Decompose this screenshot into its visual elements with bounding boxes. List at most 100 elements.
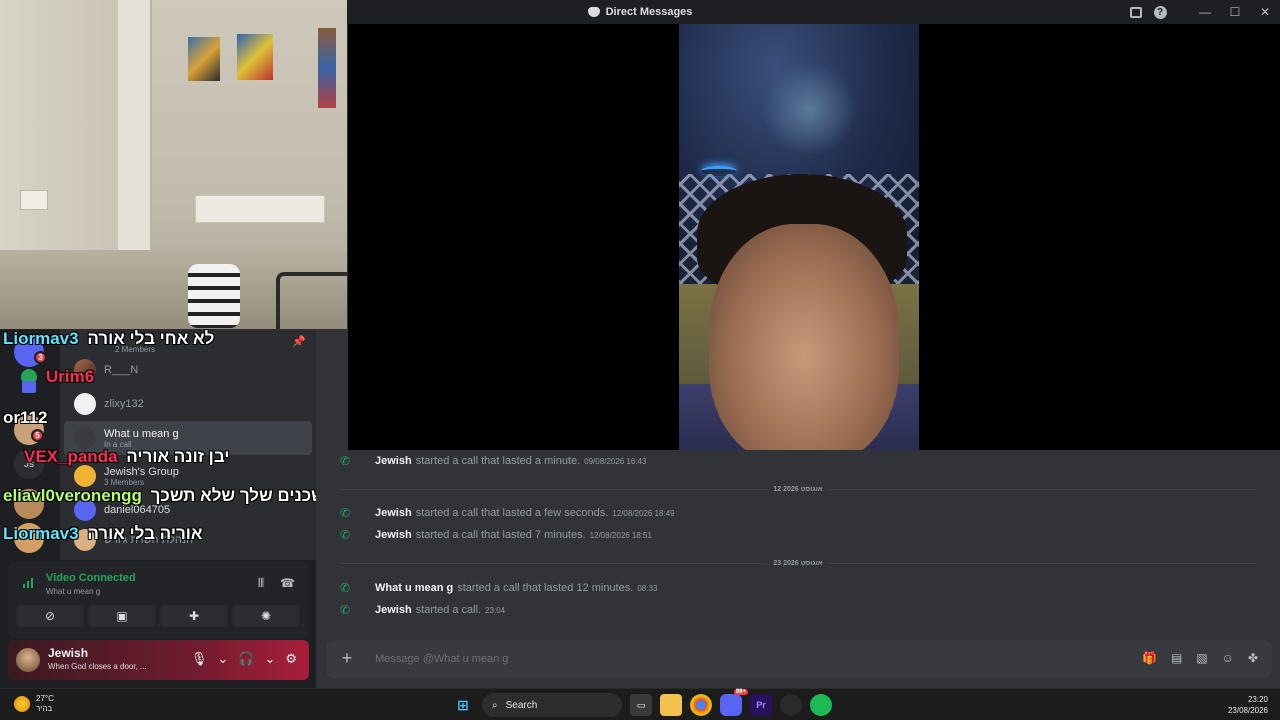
attach-plus-icon[interactable]: + [338, 649, 356, 667]
maximize-button[interactable]: ☐ [1220, 0, 1250, 24]
minimize-button[interactable]: — [1190, 0, 1220, 24]
user-name[interactable]: Jewish [48, 646, 88, 660]
overlay-chat-line: eliavl0veronengg אחי השכנים שלך שלא תשכך [3, 486, 370, 506]
phone-icon: ✆ [340, 528, 351, 542]
apps-icon[interactable]: ✤ [1248, 651, 1258, 665]
window-title: Direct Messages [587, 6, 693, 18]
phone-icon: ✆ [340, 603, 351, 617]
clock-date: 23/08/2026 [1227, 706, 1268, 715]
date-label: 12 אוגוסט 2026 [773, 485, 823, 493]
weather-temp: 27°C [36, 694, 54, 703]
message-text: started a call that lasted a minute. [415, 455, 581, 467]
headphones-icon[interactable]: 🎧 [238, 651, 254, 667]
camera-off-button[interactable]: ⊘ [17, 605, 83, 627]
overlay-user: eliavl0veronengg [3, 486, 142, 505]
voice-channel[interactable]: What u mean g [46, 587, 100, 596]
inbox-button[interactable] [1124, 0, 1148, 24]
message-author[interactable]: Jewish [375, 604, 412, 616]
overlay-user: or112 [3, 408, 48, 427]
phone-icon: ✆ [340, 506, 351, 520]
dm-item[interactable]: zlixy132 [64, 387, 312, 421]
premiere-icon[interactable]: Pr [750, 694, 772, 716]
screen-share-button[interactable]: ▣ [89, 605, 155, 627]
video-stage[interactable] [348, 24, 1280, 450]
dm-name: zlixy132 [104, 398, 144, 410]
dm-name: R___N [104, 364, 139, 376]
overlay-chat-line: Liormav3 אוריה בלי אורה [3, 524, 202, 544]
user-panel: Jewish When God closes a door, ... 🎙 ⌄ 🎧… [8, 640, 309, 680]
phone-icon: ✆ [340, 581, 351, 595]
participant-video[interactable] [679, 24, 919, 450]
inbox-icon [1130, 6, 1142, 18]
message-timestamp: 12/08/2026 18:51 [589, 530, 652, 540]
message-text: started a call. [415, 604, 482, 616]
help-button[interactable]: ? [1148, 0, 1172, 24]
message-composer[interactable]: + Message @What u mean g 🎁 ▤ ▧ ☺ ✤ [326, 640, 1272, 678]
message-author[interactable]: What u mean g [375, 582, 453, 594]
overlay-chat-line: or112 [3, 408, 47, 428]
activities-icon: ✚ [188, 609, 200, 623]
message-timestamp: 09/08/2026 16:43 [584, 456, 647, 466]
soundboard-button[interactable]: ✺ [233, 605, 299, 627]
pin-icon[interactable]: 📌 [292, 335, 306, 348]
weather-desc: בהיר [36, 704, 53, 713]
task-view-icon[interactable]: ▭ [630, 694, 652, 716]
overlay-text: לא אחי בלי אורה [87, 329, 215, 348]
avatar[interactable] [16, 648, 40, 672]
search-box[interactable]: ⌕ Search [482, 693, 622, 717]
window-title-text: Direct Messages [605, 6, 693, 18]
sticker-icon[interactable]: ▧ [1196, 651, 1207, 665]
message-text: started a call that lasted a few seconds… [415, 507, 609, 519]
gif-icon[interactable]: ▤ [1171, 651, 1182, 665]
poster [188, 37, 220, 81]
screen-share-icon: ▣ [116, 609, 128, 623]
folder-icon[interactable] [22, 381, 36, 393]
file-explorer-icon[interactable] [660, 694, 682, 716]
spotify-icon[interactable] [810, 694, 832, 716]
app-icon[interactable] [780, 694, 802, 716]
call-message: ✆ Jewish started a call that lasted a fe… [340, 506, 675, 520]
overlay-user: Liormav3 [3, 524, 79, 543]
overlay-user: VEX_panda [24, 447, 118, 466]
discord-taskbar-icon[interactable]: 99+ [720, 689, 748, 716]
call-message: ✆ What u mean g started a call that last… [340, 581, 657, 595]
close-button[interactable]: ✕ [1250, 0, 1280, 24]
activities-button[interactable]: ✚ [161, 605, 227, 627]
system-clock[interactable]: 23:20 23/08/2026 [1228, 694, 1268, 716]
dm-item[interactable]: R___N [64, 353, 312, 387]
avatar [74, 427, 96, 449]
camera-off-icon: ⊘ [44, 609, 56, 623]
message-input[interactable]: Message @What u mean g [375, 653, 508, 665]
chrome-icon[interactable] [690, 694, 712, 716]
message-author[interactable]: Jewish [375, 455, 412, 467]
help-icon: ? [1153, 5, 1167, 19]
noise-suppression-icon[interactable]: 𝄃𝄃 [259, 576, 264, 591]
message-author[interactable]: Jewish [375, 529, 412, 541]
signal-icon[interactable] [22, 576, 36, 588]
message-author[interactable]: Jewish [375, 507, 412, 519]
phone-icon: ✆ [340, 454, 351, 468]
gear-icon[interactable]: ⚙ [285, 651, 297, 667]
disconnect-icon[interactable]: ☎ [280, 576, 295, 591]
poster [237, 34, 273, 80]
dm-name: Jewish's Group [104, 465, 179, 478]
chevron-down-icon[interactable]: ⌄ [217, 651, 228, 667]
overlay-user: Urim6 [46, 367, 95, 386]
avatar [74, 393, 96, 415]
discord-icon [587, 7, 600, 17]
overlay-chat-line: VEX_panda יבן זונה אוריה [24, 447, 230, 467]
start-button[interactable]: ⊞ [452, 694, 474, 716]
clock-time: 23:20 [1247, 695, 1268, 704]
voice-status[interactable]: Video Connected [46, 572, 136, 584]
search-icon: ⌕ [492, 699, 498, 711]
date-divider: 23 אוגוסט 2026 [340, 557, 1257, 569]
chevron-down-icon[interactable]: ⌄ [264, 651, 275, 667]
overlay-text: אוריה בלי אורה [87, 524, 203, 543]
chair [276, 272, 347, 329]
gift-icon[interactable]: 🎁 [1142, 651, 1157, 665]
weather-widget[interactable]: 27°C בהיר [14, 694, 54, 714]
mic-icon[interactable]: 🎙 [191, 651, 208, 667]
soundboard-icon: ✺ [260, 609, 272, 623]
emoji-icon[interactable]: ☺ [1222, 651, 1234, 665]
message-timestamp: 12/08/2026 18:49 [612, 508, 675, 518]
